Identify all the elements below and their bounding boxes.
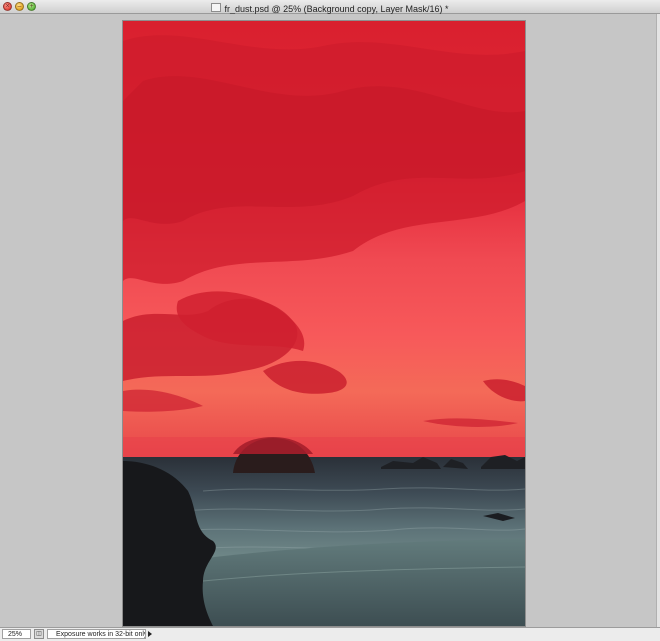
- status-message: Exposure works in 32-bit only: [47, 629, 146, 639]
- canvas-area[interactable]: [0, 14, 660, 627]
- document-icon: [211, 3, 222, 13]
- title-bar[interactable]: × – + fr_dust.psd @ 25% (Background copy…: [0, 0, 660, 14]
- status-bar: 25% ◫ Exposure works in 32-bit only: [0, 627, 660, 641]
- vertical-scrollbar[interactable]: [656, 14, 660, 627]
- zoom-level-field[interactable]: 25%: [2, 629, 31, 639]
- preview-icon: ◫: [36, 631, 42, 637]
- window-title-text: fr_dust.psd @ 25% (Background copy, Laye…: [224, 3, 449, 14]
- window-title: fr_dust.psd @ 25% (Background copy, Laye…: [0, 0, 660, 14]
- document-canvas[interactable]: [123, 21, 525, 626]
- status-menu-arrow-icon[interactable]: [148, 631, 152, 637]
- photoshop-document-window: × – + fr_dust.psd @ 25% (Background copy…: [0, 0, 660, 641]
- sunset-photo-with-red-mask: [123, 21, 525, 626]
- status-options-button[interactable]: ◫: [34, 629, 44, 639]
